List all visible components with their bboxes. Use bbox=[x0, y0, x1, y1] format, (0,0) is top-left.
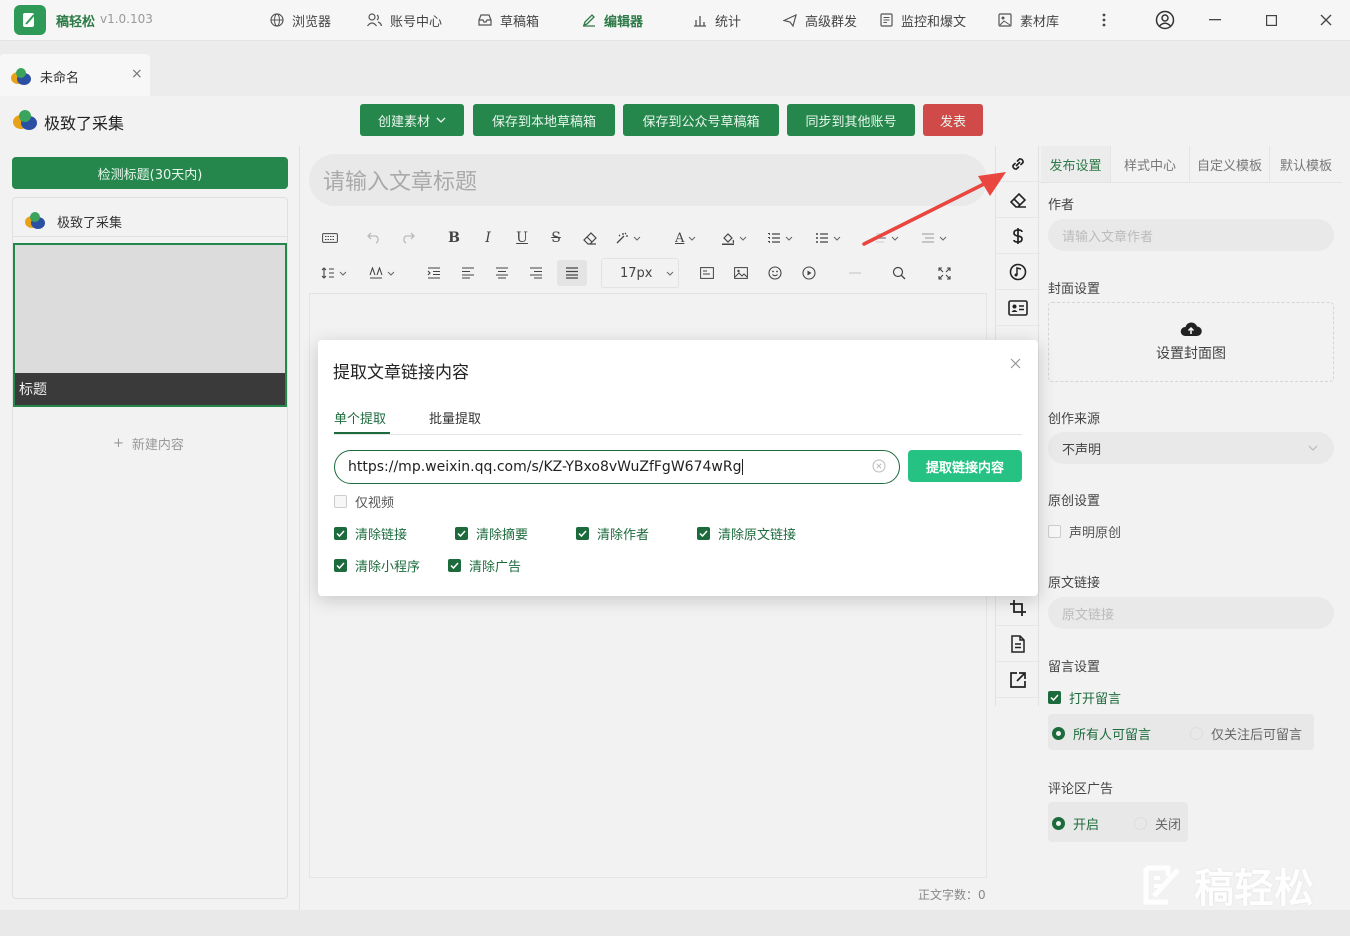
article-url-value: https://mp.weixin.qq.com/s/KZ-YBxo8vWuZf… bbox=[348, 459, 742, 475]
video-only-label: 仅视频 bbox=[355, 496, 395, 511]
option-label: 清除链接 bbox=[355, 528, 408, 543]
option-label: 清除小程序 bbox=[355, 560, 421, 575]
checkbox-checked-icon bbox=[334, 527, 347, 540]
tab-single-extract[interactable]: 单个提取 bbox=[334, 408, 386, 427]
option-clear-links[interactable]: 清除链接 bbox=[334, 524, 407, 543]
extract-link-dialog: 提取文章链接内容 单个提取 批量提取 https://mp.weixin.qq.… bbox=[318, 340, 1038, 596]
option-clear-summary[interactable]: 清除摘要 bbox=[455, 524, 528, 543]
checkbox-checked-icon bbox=[697, 527, 710, 540]
article-url-input[interactable]: https://mp.weixin.qq.com/s/KZ-YBxo8vWuZf… bbox=[334, 450, 900, 484]
option-clear-author[interactable]: 清除作者 bbox=[576, 524, 649, 543]
video-only-checkbox[interactable]: 仅视频 bbox=[334, 492, 394, 511]
close-icon[interactable] bbox=[1006, 354, 1024, 372]
tab-batch-extract[interactable]: 批量提取 bbox=[429, 408, 481, 427]
active-tab-indicator bbox=[334, 432, 390, 434]
option-label: 清除广告 bbox=[469, 560, 522, 575]
text-cursor bbox=[742, 459, 744, 475]
option-label: 清除摘要 bbox=[476, 528, 529, 543]
checkbox-checked-icon bbox=[455, 527, 468, 540]
annotation-arrow-icon bbox=[862, 172, 1006, 246]
clear-input-icon[interactable] bbox=[872, 459, 886, 473]
checkbox-checked-icon bbox=[334, 559, 347, 572]
option-label: 清除原文链接 bbox=[718, 528, 797, 543]
dialog-title: 提取文章链接内容 bbox=[333, 363, 469, 383]
checkbox-checked-icon bbox=[448, 559, 461, 572]
option-label: 清除作者 bbox=[597, 528, 650, 543]
checkbox-checked-icon bbox=[576, 527, 589, 540]
option-clear-ads[interactable]: 清除广告 bbox=[448, 556, 521, 575]
option-clear-mini-program[interactable]: 清除小程序 bbox=[334, 556, 420, 575]
extract-link-button[interactable]: 提取链接内容 bbox=[908, 450, 1022, 482]
option-clear-original-link[interactable]: 清除原文链接 bbox=[697, 524, 796, 543]
tab-divider bbox=[334, 434, 1022, 435]
checkbox-icon bbox=[334, 495, 347, 508]
